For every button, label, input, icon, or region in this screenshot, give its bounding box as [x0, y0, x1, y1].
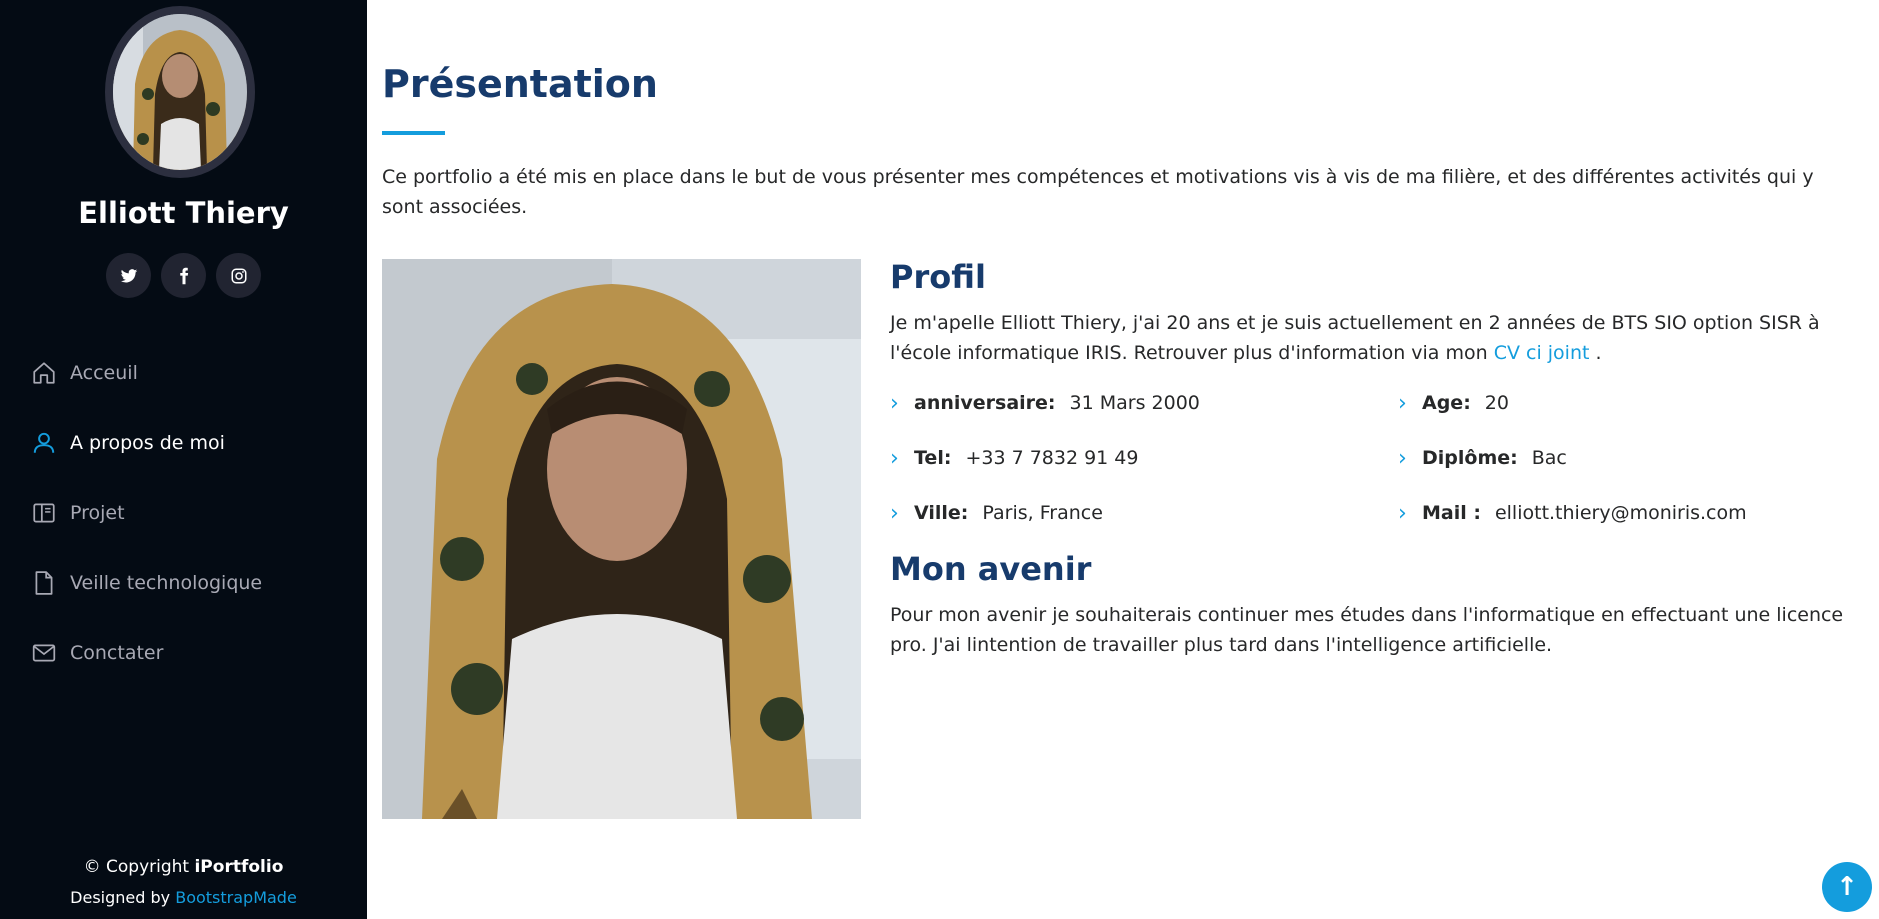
sidebar: Elliott Thiery Acceuil A propos de moi P… — [0, 0, 367, 919]
book-icon — [30, 499, 58, 527]
social-links — [0, 253, 367, 298]
twitter-icon[interactable] — [106, 253, 151, 298]
nav-item-acceuil[interactable]: Acceuil — [30, 338, 262, 408]
avenir-text: Pour mon avenir je souhaiterais continue… — [890, 604, 1844, 656]
info-item: › anniversaire: 31 Mars 2000 — [890, 388, 1200, 418]
nav-item-contact[interactable]: Conctater — [30, 618, 262, 688]
nav-label: Conctater — [70, 642, 164, 664]
profil-text-body: Je m'apelle Elliott Thiery, j'ai 20 ans … — [890, 312, 1820, 364]
nav-item-veille[interactable]: Veille technologique — [30, 548, 262, 618]
title-underline — [382, 131, 445, 135]
info-item: › Diplôme: Bac — [1398, 443, 1567, 473]
chevron-right-icon: › — [1398, 390, 1407, 416]
info-value: 20 — [1484, 392, 1509, 414]
chevron-right-icon: › — [890, 390, 899, 416]
copyright: © Copyright iPortfolio — [0, 857, 367, 877]
info-item: › Age: 20 — [1398, 388, 1509, 418]
file-icon — [30, 569, 58, 597]
chevron-right-icon: › — [1398, 500, 1407, 526]
credits-link[interactable]: BootstrapMade — [175, 888, 297, 907]
info-label: Diplôme: — [1422, 447, 1518, 469]
info-item: › Tel: +33 7 7832 91 49 — [890, 443, 1139, 473]
info-value: 31 Mars 2000 — [1069, 392, 1200, 414]
info-value: Bac — [1531, 447, 1567, 469]
profil-text-end: . — [1589, 342, 1602, 364]
info-value: elliott.thiery@moniris.com — [1494, 502, 1747, 524]
info-label: Age: — [1422, 392, 1471, 414]
envelope-icon — [30, 639, 58, 667]
copyright-brand: iPortfolio — [194, 857, 284, 877]
chevron-right-icon: › — [890, 445, 899, 471]
intro-text: Ce portfolio a été mis en place dans le … — [382, 166, 1814, 218]
nav-label: A propos de moi — [70, 432, 225, 454]
copyright-text: © Copyright — [83, 857, 195, 877]
cv-link[interactable]: CV ci joint — [1494, 342, 1590, 364]
info-label: Tel: — [914, 447, 952, 469]
profile-name: Elliott Thiery — [78, 196, 289, 230]
nav-label: Projet — [70, 502, 125, 524]
info-item: › Ville: Paris, France — [890, 498, 1103, 528]
chevron-right-icon: › — [890, 500, 899, 526]
nav-item-a-propos[interactable]: A propos de moi — [30, 408, 262, 478]
credits: Designed by BootstrapMade — [0, 888, 367, 907]
home-icon — [30, 359, 58, 387]
info-label: anniversaire: — [914, 392, 1056, 414]
back-to-top-button[interactable]: ↑ — [1822, 862, 1872, 912]
nav-label: Veille technologique — [70, 572, 263, 594]
credits-text: Designed by — [70, 888, 176, 907]
info-label: Ville: — [914, 502, 969, 524]
info-value: Paris, France — [982, 502, 1103, 524]
info-label: Mail : — [1422, 502, 1481, 524]
nav-item-projet[interactable]: Projet — [30, 478, 262, 548]
facebook-icon[interactable] — [161, 253, 206, 298]
avatar — [105, 6, 255, 178]
avenir-title: Mon avenir — [890, 550, 1092, 588]
instagram-icon[interactable] — [216, 253, 261, 298]
nav-label: Acceuil — [70, 362, 138, 384]
chevron-right-icon: › — [1398, 445, 1407, 471]
info-value: +33 7 7832 91 49 — [965, 447, 1139, 469]
info-item: › Mail : elliott.thiery@moniris.com — [1398, 498, 1747, 528]
profile-photo — [382, 259, 861, 819]
arrow-up-icon: ↑ — [1836, 872, 1858, 902]
profil-text: Je m'apelle Elliott Thiery, j'ai 20 ans … — [890, 308, 1870, 368]
page-title: Présentation — [382, 62, 658, 106]
person-icon — [30, 429, 58, 457]
profil-title: Profil — [890, 258, 986, 296]
sidebar-nav: Acceuil A propos de moi Projet Veille te… — [30, 338, 262, 688]
